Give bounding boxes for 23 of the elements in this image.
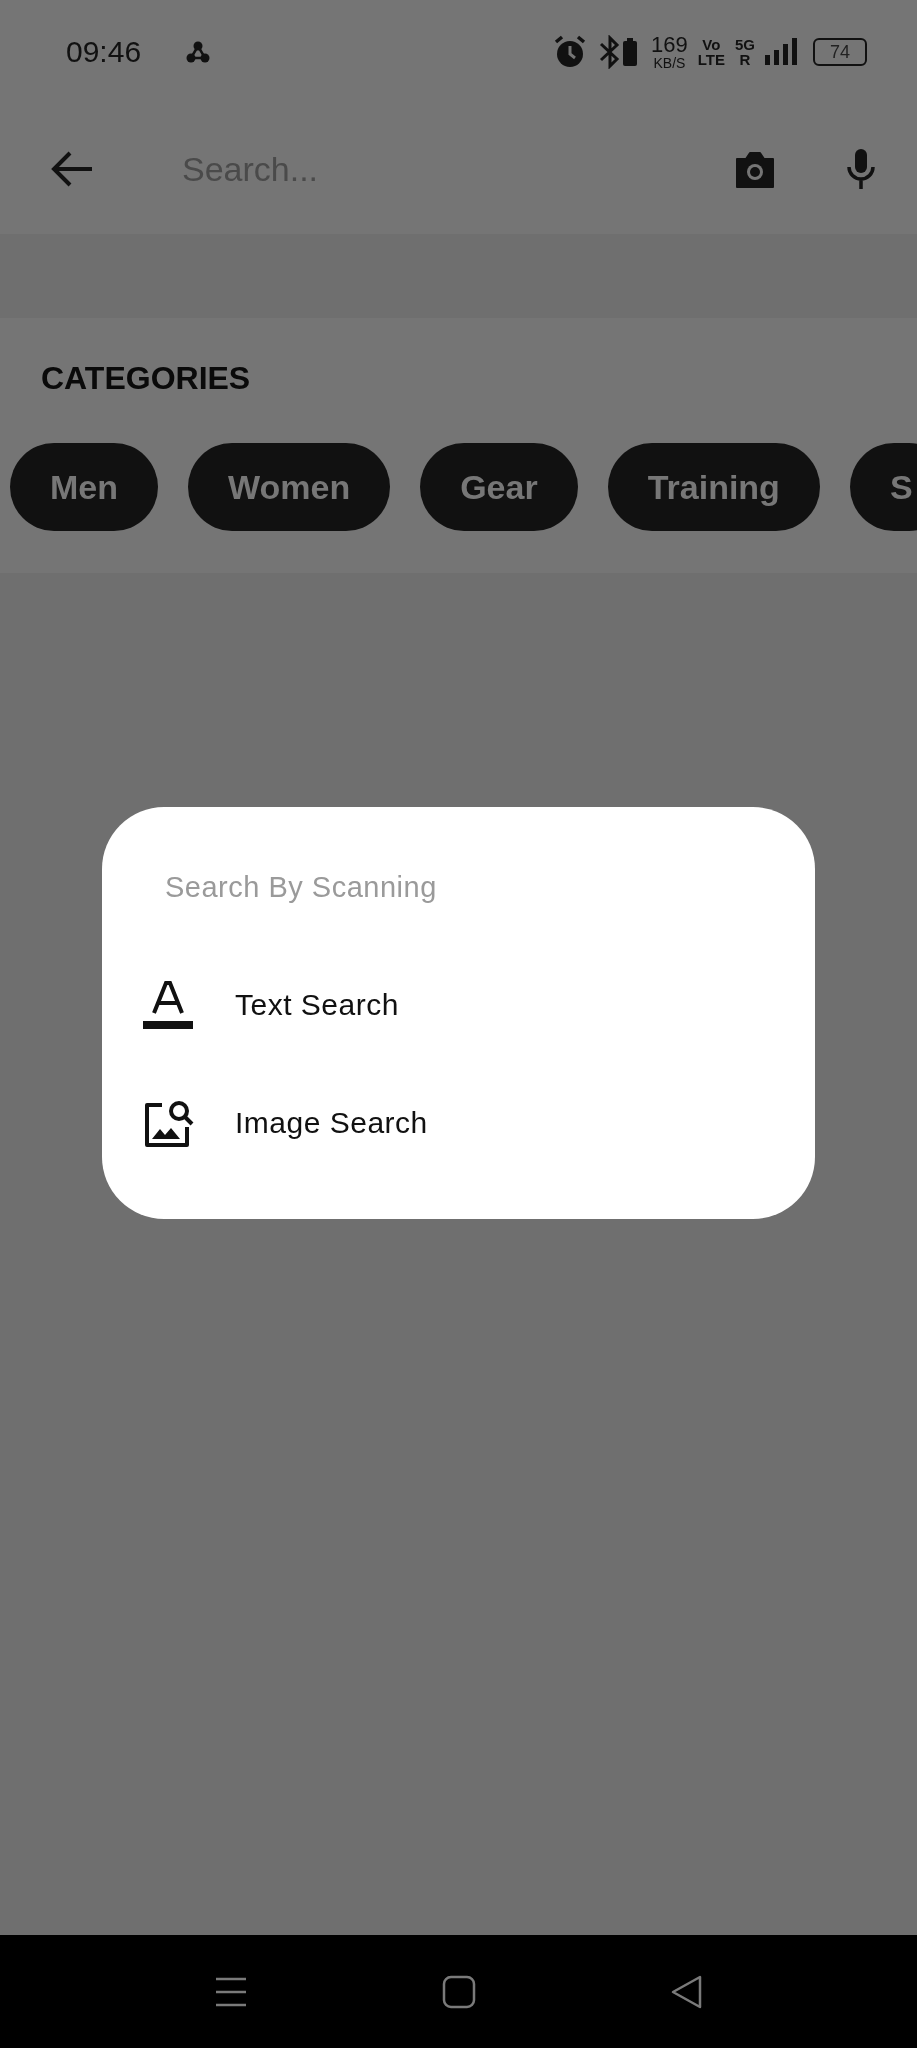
- nodes-icon: [185, 39, 212, 65]
- signal-bars-icon: [765, 37, 797, 67]
- alarm-clock-icon: [553, 34, 588, 70]
- category-chip[interactable]: Training: [607, 443, 820, 531]
- network-speed: 169 KB/S: [651, 34, 688, 70]
- section-heading: CATEGORIES: [40, 359, 252, 397]
- battery-indicator: 74: [813, 38, 867, 66]
- category-chip[interactable]: S: [849, 443, 917, 531]
- network-type: 5G R: [735, 37, 755, 67]
- back-triangle-icon[interactable]: [669, 1974, 704, 2009]
- home-square-icon[interactable]: [441, 1974, 476, 2009]
- text-format-icon: [142, 979, 194, 1031]
- menu-option[interactable]: Image Search: [235, 1106, 428, 1140]
- microphone-icon[interactable]: [845, 147, 877, 191]
- category-chip[interactable]: Gear: [420, 443, 578, 531]
- back-arrow-icon[interactable]: [50, 149, 94, 189]
- category-chip[interactable]: Men: [10, 443, 158, 531]
- category-chip[interactable]: Women: [188, 443, 391, 531]
- camera-icon[interactable]: [733, 149, 777, 189]
- volte-indicator: Vo LTE: [697, 37, 725, 67]
- menu-option[interactable]: Text Search: [235, 988, 399, 1022]
- clock-time: 09:46: [66, 35, 142, 69]
- dialog-title: Search By Scanning: [165, 871, 438, 904]
